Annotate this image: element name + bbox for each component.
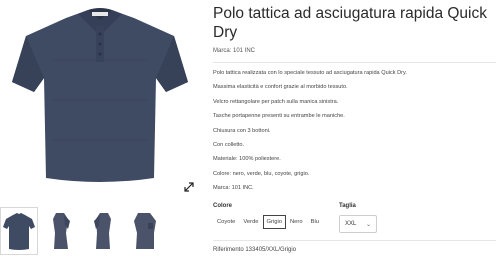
main-product-image[interactable] [4,0,196,188]
size-value: XXL [345,221,357,227]
product-description: Polo tattica realizzata con lo speciale … [213,70,496,192]
description-line: Con colletto. [213,141,245,148]
description-line: Massima elasticità e confort grazie al m… [213,84,348,91]
description-line: Tasche portapenne presenti su entrambe l… [213,113,345,120]
thumbnail-front[interactable] [0,207,38,255]
product-brand: Marca: 101 INC [213,48,256,54]
divider [213,240,496,241]
thumbnail-strip [0,207,170,257]
description-line: Materiale: 100% poliestere. [213,156,281,163]
thumbnail-side-left[interactable] [42,207,80,255]
color-swatches: Coyote Verde Grigio Nero Blu [213,215,323,229]
expand-icon[interactable] [184,182,194,192]
thumbnail-sleeve-patch[interactable] [126,207,164,255]
color-option-nero[interactable]: Nero [286,215,307,229]
polo-shirt-image [12,8,188,182]
product-reference: Riferimento 133405/XXL/Grigio [213,247,297,253]
divider [213,62,496,63]
product-details: Polo tattica ad asciugatura rapida Quick… [213,0,496,200]
description-line: Colore: nero, verde, blu, coyote, grigio… [213,170,310,177]
size-label: Taglia [339,203,356,209]
description-line: Polo tattica realizzata con lo speciale … [213,70,407,76]
color-option-grigio[interactable]: Grigio [262,215,286,229]
description-line: Marca: 101 INC. [213,185,254,192]
description-line: Chiusura con 3 bottoni. [213,127,271,134]
chevron-down-icon: ⌄ [365,221,371,228]
color-option-coyote[interactable]: Coyote [213,215,239,229]
color-option-verde[interactable]: Verde [239,215,262,229]
color-label: Colore [213,203,233,209]
thumbnail-side-right[interactable] [84,207,122,255]
color-option-blu[interactable]: Blu [307,215,323,229]
size-select[interactable]: XXL ⌄ [339,215,377,233]
description-line: Velcro rettangolare per patch sulla mani… [213,98,339,105]
product-title: Polo tattica ad asciugatura rapida Quick… [213,5,487,41]
